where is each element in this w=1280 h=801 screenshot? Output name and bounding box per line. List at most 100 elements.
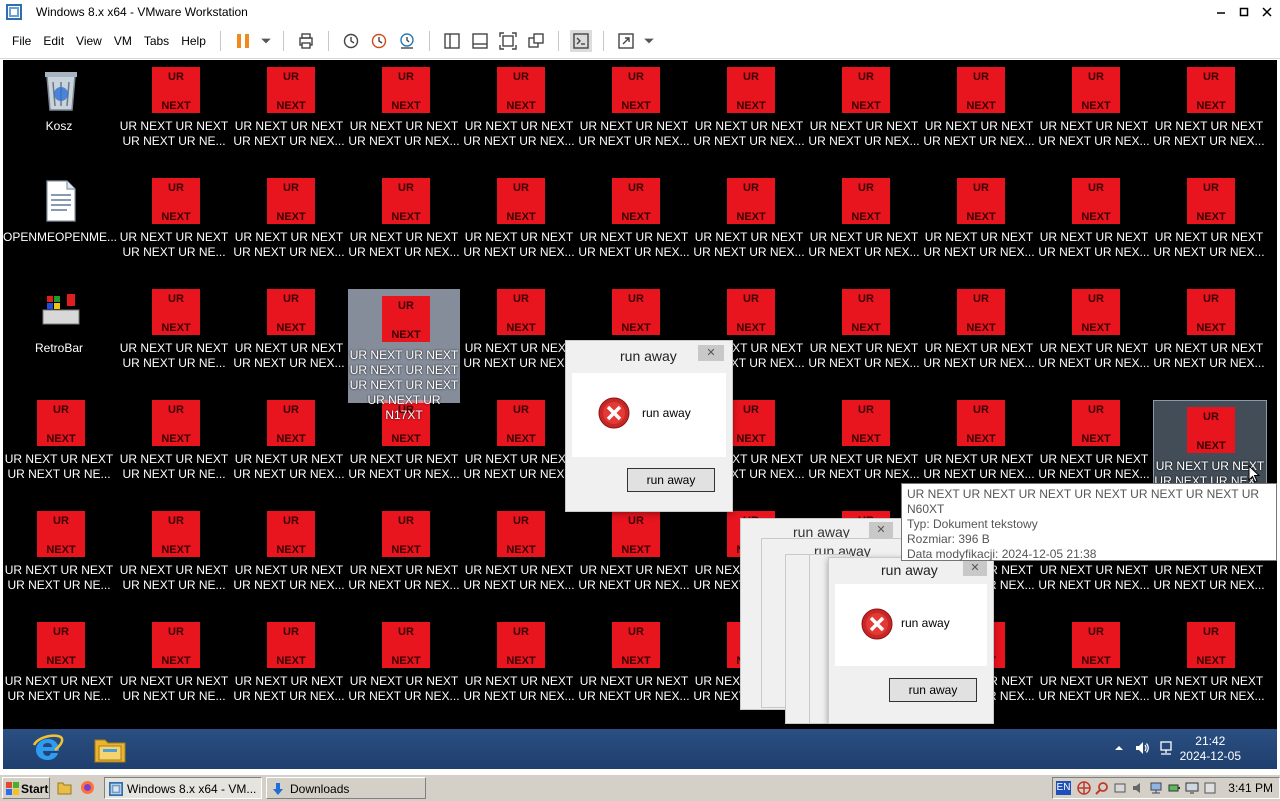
openme-file-icon[interactable]: OPENMEOPENME... bbox=[3, 171, 117, 271]
battery-icon[interactable] bbox=[1167, 781, 1181, 795]
menu-view[interactable]: View bbox=[70, 34, 108, 48]
recycle-bin-icon[interactable]: Kosz bbox=[3, 60, 115, 160]
network-icon[interactable] bbox=[1158, 740, 1174, 756]
desktop-icon-ur-next[interactable]: URNEXT UR NEXT UR NEXTUR NEXT UR NEX... bbox=[463, 282, 575, 382]
run-away-button[interactable]: run away bbox=[889, 678, 977, 702]
desktop-icon-ur-next[interactable]: URNEXT UR NEXT UR NEXTUR NEXT UR NEX... bbox=[233, 504, 345, 604]
desktop-icon-ur-next[interactable]: URNEXT UR NEXT UR NEXTUR NEXT UR NEX... bbox=[463, 393, 575, 493]
close-button[interactable] bbox=[1254, 0, 1280, 24]
desktop-icon-ur-next[interactable]: URNEXT UR NEXT UR NEXTUR NEXT UR NEX... bbox=[1038, 60, 1150, 160]
volume-icon[interactable] bbox=[1131, 781, 1145, 795]
show-library-button[interactable] bbox=[441, 30, 463, 52]
desktop-icon-ur-next[interactable]: URNEXT UR NEXT UR NEXTUR NEXT UR NEX... bbox=[923, 393, 1035, 493]
desktop-icon-ur-next[interactable]: URNEXT UR NEXT UR NEXTUR NEXT UR NEX... bbox=[233, 282, 345, 382]
icon-label: UR NEXT UR NEXT UR NEXT UR NEXT UR NEXT … bbox=[349, 348, 459, 422]
network-icon[interactable] bbox=[1149, 781, 1163, 795]
desktop-icon-ur-next[interactable]: URNEXT UR NEXT UR NEXTUR NEXT UR NEX... bbox=[348, 504, 460, 604]
desktop-icon-ur-next[interactable]: URNEXT UR NEXT UR NEXTUR NEXT UR NEX... bbox=[578, 171, 690, 271]
desktop-icon-ur-next[interactable]: URNEXT UR NEXT UR NEXTUR NEXT UR NEX... bbox=[1038, 393, 1150, 493]
full-screen-button[interactable] bbox=[497, 30, 519, 52]
dialog-close-button[interactable]: ✕ bbox=[963, 560, 987, 576]
security-icon[interactable] bbox=[1077, 781, 1091, 795]
desktop-icon-ur-next[interactable]: UR NEXT UR NEXT UR NEXT UR NEXT UR NE... bbox=[3, 393, 115, 493]
desktop-icon-ur-next[interactable]: URNEXT UR NEXT UR NEXTUR NEXT UR NEX... bbox=[233, 393, 345, 493]
desktop-icon-ur-next[interactable]: URNEXT UR NEXT UR NEXTUR NEXT UR NEX... bbox=[808, 171, 920, 271]
desktop-icon-ur-next[interactable]: URNEXT UR NEXT UR NEXTUR NEXT UR NEX... bbox=[578, 504, 690, 604]
desktop-icon-ur-next[interactable]: URNEXT UR NEXT UR NEXTUR NEXT UR NEX... bbox=[808, 60, 920, 160]
desktop-icon-ur-next[interactable]: URNEXT UR NEXT UR NEXTUR NEXT UR NEX... bbox=[923, 171, 1035, 271]
desktop-icon-ur-next[interactable]: UR NEXT UR NEXT UR NEXT UR NEXT UR NE... bbox=[118, 615, 230, 715]
desktop-icon-ur-next[interactable]: UR NEXT UR NEXT UR NEXT UR NEXT UR NE... bbox=[118, 171, 230, 271]
desktop-icon-ur-next[interactable]: UR NEXT UR NEXT UR NEXT UR NEXT UR NE... bbox=[118, 60, 230, 160]
desktop-icon-ur-next[interactable]: URNEXT UR NEXT UR NEXTUR NEXT UR NEX... bbox=[348, 615, 460, 715]
desktop-icon-ur-next[interactable]: URNEXT UR NEXT UR NEXTUR NEXT UR NEX... bbox=[1038, 615, 1150, 715]
desktop-icon-ur-next[interactable]: URNEXT UR NEXT UR NEXTUR NEXT UR NEX... bbox=[1153, 60, 1265, 160]
desktop-icon-ur-next[interactable]: URNEXT UR NEXT UR NEXTUR NEXT UR NEX... bbox=[348, 171, 460, 271]
desktop-icon-ur-next[interactable]: URNEXT UR NEXT UR NEXTUR NEXT UR NEX... bbox=[923, 60, 1035, 160]
desktop-icon-ur-next[interactable]: UR NEXT UR NEXT UR NEXT UR NEXT UR NE... bbox=[118, 393, 230, 493]
guest-clock[interactable]: 21:42 2024-12-05 bbox=[1180, 734, 1241, 764]
display-icon[interactable] bbox=[1185, 781, 1199, 795]
desktop-icon-ur-next[interactable]: URNEXT UR NEXT UR NEXTUR NEXT UR NEX... bbox=[463, 171, 575, 271]
desktop-icon-ur-next[interactable]: URNEXT UR NEXT UR NEXTUR NEXT UR NEX... bbox=[923, 282, 1035, 382]
taskbar-item-vmware[interactable]: Windows 8.x x64 - VM... bbox=[104, 777, 262, 799]
desktop-icon-ur-next[interactable]: URNEXT UR NEXT UR NEXTUR NEXT UR NEX... bbox=[463, 60, 575, 160]
internet-explorer-icon[interactable] bbox=[31, 733, 65, 765]
menu-help[interactable]: Help bbox=[175, 34, 212, 48]
close-icon[interactable]: ✕ bbox=[869, 522, 893, 538]
desktop-icon-ur-next[interactable]: UR NEXT UR NEXT UR NEXT UR NEXT UR NE... bbox=[3, 504, 115, 604]
snapshot-button[interactable] bbox=[340, 30, 362, 52]
desktop-icon-ur-next[interactable]: URNEXT UR NEXT UR NEXTUR NEXT UR NEX... bbox=[808, 393, 920, 493]
desktop-icon-ur-next[interactable]: URNEXT UR NEXT UR NEXTUR NEXT UR NEX... bbox=[693, 171, 805, 271]
console-view-button[interactable] bbox=[569, 30, 592, 52]
desktop-icon-ur-next[interactable]: URNEXT UR NEXT UR NEXTUR NEXT UR NEX... bbox=[348, 60, 460, 160]
desktop-icon-ur-next[interactable]: URNEXT UR NEXT UR NEXTUR NEXT UR NEX... bbox=[1153, 282, 1265, 382]
send-ctrl-alt-del-button[interactable] bbox=[295, 30, 317, 52]
stretch-dropdown[interactable] bbox=[643, 30, 655, 52]
folder-icon[interactable] bbox=[57, 781, 72, 795]
desktop-icon-ur-next[interactable]: URNEXT UR NEXT UR NEXTUR NEXT UR NEX... bbox=[233, 171, 345, 271]
firefox-icon[interactable] bbox=[80, 780, 95, 795]
snapshot-manager-button[interactable] bbox=[396, 30, 418, 52]
retrobar-icon[interactable]: RetroBar bbox=[3, 282, 115, 382]
speaker-icon[interactable] bbox=[1134, 740, 1150, 756]
desktop-icon-ur-next[interactable]: URNEXT UR NEXT UR NEXTUR NEXT UR NEX... bbox=[1153, 171, 1265, 271]
desktop-icon-ur-next[interactable]: UR NEXT UR NEXT UR NEXT UR NEXT UR NE... bbox=[118, 282, 230, 382]
search-icon[interactable] bbox=[1095, 781, 1109, 795]
desktop-icon-ur-next[interactable]: URNEXT UR NEXT UR NEXTUR NEXT UR NEX... bbox=[233, 615, 345, 715]
menu-vm[interactable]: VM bbox=[108, 34, 138, 48]
taskbar-item-downloads[interactable]: Downloads bbox=[266, 777, 426, 799]
desktop-icon-ur-next[interactable]: URNEXT UR NEXT UR NEXTUR NEXT UR NEX... bbox=[808, 282, 920, 382]
menu-file[interactable]: File bbox=[6, 34, 37, 48]
desktop-icon-ur-next[interactable]: URNEXT UR NEXT UR NEXTUR NEXT UR NEX... bbox=[578, 615, 690, 715]
dialog-close-button[interactable]: ✕ bbox=[698, 345, 724, 361]
notification-icon[interactable] bbox=[1203, 781, 1217, 795]
power-dropdown[interactable] bbox=[260, 30, 272, 52]
stretch-button[interactable] bbox=[615, 30, 637, 52]
desktop-icon-ur-next[interactable]: URNEXT UR NEXT UR NEXTUR NEXT UR NEX... bbox=[233, 60, 345, 160]
host-clock[interactable]: 3:41 PM bbox=[1228, 778, 1273, 798]
show-thumbnail-button[interactable] bbox=[469, 30, 491, 52]
desktop-icon-ur-next[interactable]: URNEXT UR NEXT UR NEXTUR NEXT UR NEX... bbox=[463, 615, 575, 715]
guest-desktop[interactable]: UR NEXT UR NEXT UR NEXT UR NEXT UR NE... UR N… bbox=[3, 60, 1277, 729]
show-hidden-icons-icon[interactable] bbox=[1114, 743, 1124, 753]
pause-button[interactable] bbox=[232, 30, 254, 52]
desktop-icon-ur-next[interactable]: UR NEXT UR NEXT UR NEXT UR NEXT UR NE... bbox=[118, 504, 230, 604]
unity-button[interactable] bbox=[525, 30, 547, 52]
desktop-icon-ur-next[interactable]: UR NEXT UR NEXT UR NEXT UR NEXT UR NE... bbox=[3, 615, 115, 715]
desktop-icon-ur-next[interactable]: URNEXT UR NEXT UR NEXTUR NEXT UR NEX... bbox=[578, 60, 690, 160]
drive-icon[interactable] bbox=[1113, 781, 1127, 795]
revert-snapshot-button[interactable] bbox=[368, 30, 390, 52]
menu-tabs[interactable]: Tabs bbox=[138, 34, 175, 48]
desktop-icon-ur-next[interactable]: URNEXT UR NEXT UR NEXTUR NEXT UR NEX... bbox=[693, 60, 805, 160]
language-indicator[interactable]: EN bbox=[1056, 781, 1071, 795]
desktop-icon-ur-next[interactable]: URNEXT UR NEXT UR NEXTUR NEXT UR NEX... bbox=[1038, 282, 1150, 382]
desktop-icon-selected[interactable]: UR NEXT UR NEXT UR NEXT UR NEXT UR NEXT U… bbox=[348, 289, 460, 422]
desktop-icon-ur-next[interactable]: URNEXT UR NEXT UR NEXTUR NEXT UR NEX... bbox=[1038, 171, 1150, 271]
run-away-button[interactable]: run away bbox=[627, 468, 715, 492]
menu-edit[interactable]: Edit bbox=[37, 34, 70, 48]
desktop-icon-ur-next[interactable]: URNEXT UR NEXT UR NEXTUR NEXT UR NEX... bbox=[463, 504, 575, 604]
file-explorer-icon[interactable] bbox=[93, 734, 127, 764]
start-button[interactable]: Start bbox=[2, 777, 50, 799]
desktop-icon-ur-next[interactable]: URNEXT UR NEXT UR NEXTUR NEXT UR NEX... bbox=[1153, 615, 1265, 715]
